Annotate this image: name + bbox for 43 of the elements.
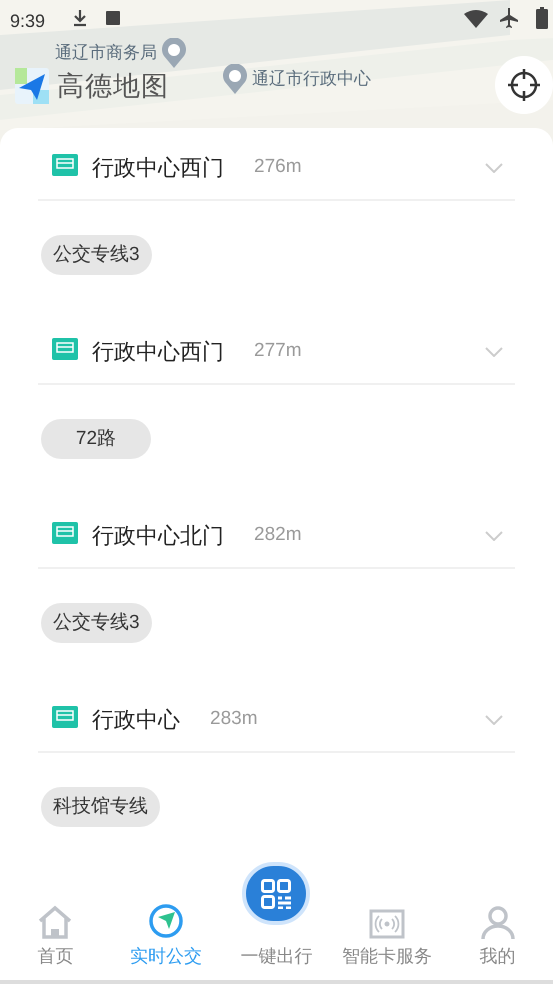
wireless-card-icon — [369, 909, 406, 939]
bus-line-chip[interactable]: 科技馆专线 — [41, 787, 160, 827]
stop-name: 行政中心西门 — [92, 338, 224, 366]
nav-tab[interactable]: 一键出行 — [221, 862, 332, 980]
nav-label: 一键出行 — [240, 945, 312, 968]
notification-icon — [106, 11, 120, 25]
bus-line-chip[interactable]: 公交专线3 — [41, 235, 152, 275]
nav-tab[interactable]: 实时公交 — [110, 862, 222, 980]
nav-tab[interactable]: 我的 — [442, 862, 553, 980]
airplane-icon — [499, 7, 519, 29]
bus-line-chip[interactable]: 公交专线3 — [41, 603, 152, 643]
crosshair-icon — [508, 69, 540, 101]
stop-name: 行政中心北门 — [92, 522, 224, 550]
stop-distance: 277m — [254, 339, 302, 364]
stop-name: 行政中心西门 — [92, 154, 224, 182]
map-logo: 高德地图 — [57, 70, 169, 103]
status-time: 9:39 — [10, 10, 46, 33]
nav-label: 实时公交 — [130, 945, 202, 968]
logo-icon — [15, 68, 49, 104]
chevron-down-icon — [485, 162, 503, 172]
chevron-down-icon — [485, 346, 503, 356]
home-icon — [37, 905, 74, 939]
chevron-down-icon — [485, 714, 503, 724]
qr-code-icon — [261, 878, 292, 908]
nav-tab[interactable]: 智能卡服务 — [332, 862, 442, 980]
nav-label: 智能卡服务 — [342, 945, 432, 968]
stop-distance: 282m — [254, 523, 302, 548]
stop-distance: 276m — [254, 155, 302, 180]
download-icon — [72, 9, 88, 27]
nav-label: 首页 — [37, 945, 74, 968]
map-pin-icon — [161, 38, 187, 68]
nav-label: 我的 — [480, 945, 516, 968]
bus-line-chip[interactable]: 72路 — [41, 419, 151, 459]
nav-tab[interactable]: 首页 — [0, 862, 111, 980]
stop-name: 行政中心 — [92, 706, 180, 734]
stop-distance: 283m — [210, 707, 258, 732]
user-icon — [480, 905, 516, 939]
chevron-down-icon — [485, 530, 503, 540]
map-pin-icon — [222, 64, 248, 94]
map-label: 通辽市商务局 — [55, 42, 157, 64]
map-label: 通辽市行政中心 — [252, 68, 371, 90]
battery-icon — [536, 7, 548, 29]
wifi-icon — [464, 10, 488, 28]
